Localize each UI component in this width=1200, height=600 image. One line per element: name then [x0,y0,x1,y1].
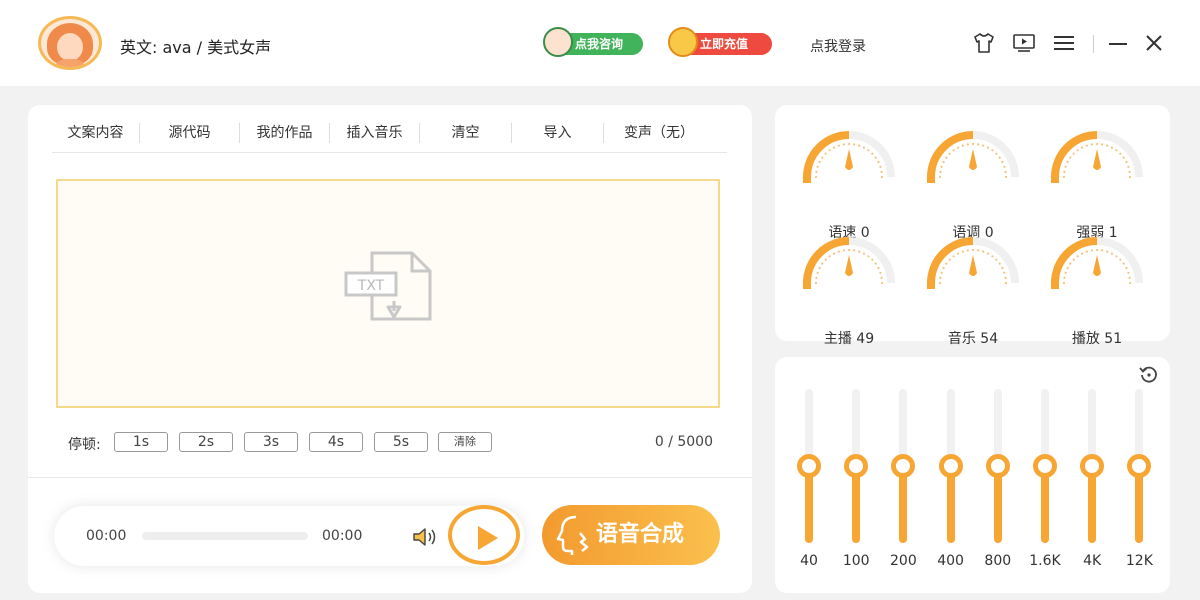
dial-knob[interactable]: 语调 0 [923,127,1023,241]
play-icon [478,526,498,550]
title-bar: 英文: ava / 美式女声 点我咨询 立即充值 点我登录 [0,0,1200,86]
tab-source-code[interactable]: 源代码 [140,123,240,143]
tab-my-works[interactable]: 我的作品 [240,123,330,143]
eq-slider[interactable] [1080,389,1105,549]
eq-knob[interactable] [938,454,963,478]
pause-label: 停顿: [68,437,101,453]
pause-5s-button[interactable]: 5s [374,432,428,452]
pause-4s-button[interactable]: 4s [309,432,363,452]
eq-frequency-label: 800 [984,553,1012,569]
eq-frequency-label: 40 [800,553,818,569]
dial-knob[interactable]: 语速 0 [799,127,899,241]
eq-knob[interactable] [985,454,1010,478]
current-time: 00:00 [86,528,127,544]
panel-divider [28,477,752,478]
eq-slider[interactable] [797,389,821,549]
recharge-button[interactable]: 立即充值 [668,27,772,57]
eq-slider[interactable] [844,389,869,549]
eq-slider[interactable] [891,389,916,549]
eq-frequency-label: 400 [937,553,964,569]
eq-frequency-label: 200 [890,553,917,569]
pause-2s-button[interactable]: 2s [179,432,233,452]
screen-icon[interactable] [1012,32,1036,54]
voice-params-panel: 语速 0 语调 0 强弱 1 主播 49 音乐 54 播放 51 [775,105,1170,347]
pause-row: 停顿: 1s 2s 3s 4s 5s 清除 0 / 5000 [68,431,718,455]
tshirt-icon[interactable] [972,32,996,54]
eq-knob[interactable] [1033,454,1057,478]
dial-label: 主播 49 [823,331,875,347]
svg-text:TXT: TXT [357,278,385,294]
consult-label: 点我咨询 [575,37,624,51]
minimize-icon[interactable] [1106,32,1130,54]
dial-label: 播放 51 [1071,331,1123,347]
text-input-area[interactable]: TXT [56,179,720,408]
eq-knob[interactable] [1080,454,1105,478]
eq-slider[interactable] [1033,389,1057,549]
synthesize-label: 语音合成 [596,522,685,547]
close-icon[interactable] [1142,32,1166,54]
total-time: 00:00 [322,528,363,544]
dial-knob[interactable]: 播放 51 [1047,233,1147,347]
reset-icon[interactable] [1139,365,1159,385]
txt-file-icon: TXT [342,249,438,325]
pause-3s-button[interactable]: 3s [244,432,298,452]
recharge-label: 立即充值 [700,37,749,51]
speaking-head-icon [554,513,594,557]
eq-frequency-label: 1.6K [1029,553,1061,569]
dial-knob[interactable]: 音乐 54 [923,233,1023,347]
avatar[interactable] [38,16,102,70]
header-divider [1093,35,1094,53]
eq-slider[interactable] [938,389,963,549]
tab-content[interactable]: 文案内容 [52,123,140,143]
dial-label: 音乐 54 [947,331,999,347]
eq-frequency-label: 12K [1125,553,1153,569]
eq-frequency-label: 100 [842,553,870,569]
char-counter: 0 / 5000 [654,434,713,450]
voice-title[interactable]: 英文: ava / 美式女声 [120,34,271,58]
eq-frequency-label: 4K [1083,553,1102,569]
menu-icon[interactable] [1052,32,1076,54]
eq-knob[interactable] [797,454,821,478]
eq-slider[interactable] [985,389,1010,549]
eq-knob[interactable] [1127,454,1152,478]
eq-knob[interactable] [891,454,916,478]
progress-track[interactable] [142,532,308,540]
dial-knob[interactable]: 主播 49 [799,233,899,347]
coins-icon [668,27,698,57]
play-button[interactable] [448,505,520,565]
pause-clear-button[interactable]: 清除 [438,432,492,452]
volume-icon[interactable] [412,526,440,548]
tab-voice-change[interactable]: 变声（无） [604,123,714,143]
login-link[interactable]: 点我登录 [810,36,866,56]
tab-clear[interactable]: 清空 [420,123,512,143]
eq-knob[interactable] [844,454,869,478]
toolbar-tabs: 文案内容 源代码 我的作品 插入音乐 清空 导入 变声（无） [52,123,727,153]
eq-slider[interactable] [1127,389,1152,549]
consult-button[interactable]: 点我咨询 [543,27,643,57]
tab-insert-music[interactable]: 插入音乐 [330,123,420,143]
service-agent-icon [543,27,573,57]
text-editor-panel: 文案内容 源代码 我的作品 插入音乐 清空 导入 变声（无） TXT 停顿: 1… [28,105,752,593]
equalizer-panel: 40 100 200 400 800 1.6K 4K 12K [775,357,1170,593]
tab-import[interactable]: 导入 [512,123,604,143]
synthesize-button[interactable]: 语音合成 [542,505,720,565]
dial-knob[interactable]: 强弱 1 [1047,127,1147,241]
pause-1s-button[interactable]: 1s [114,432,168,452]
